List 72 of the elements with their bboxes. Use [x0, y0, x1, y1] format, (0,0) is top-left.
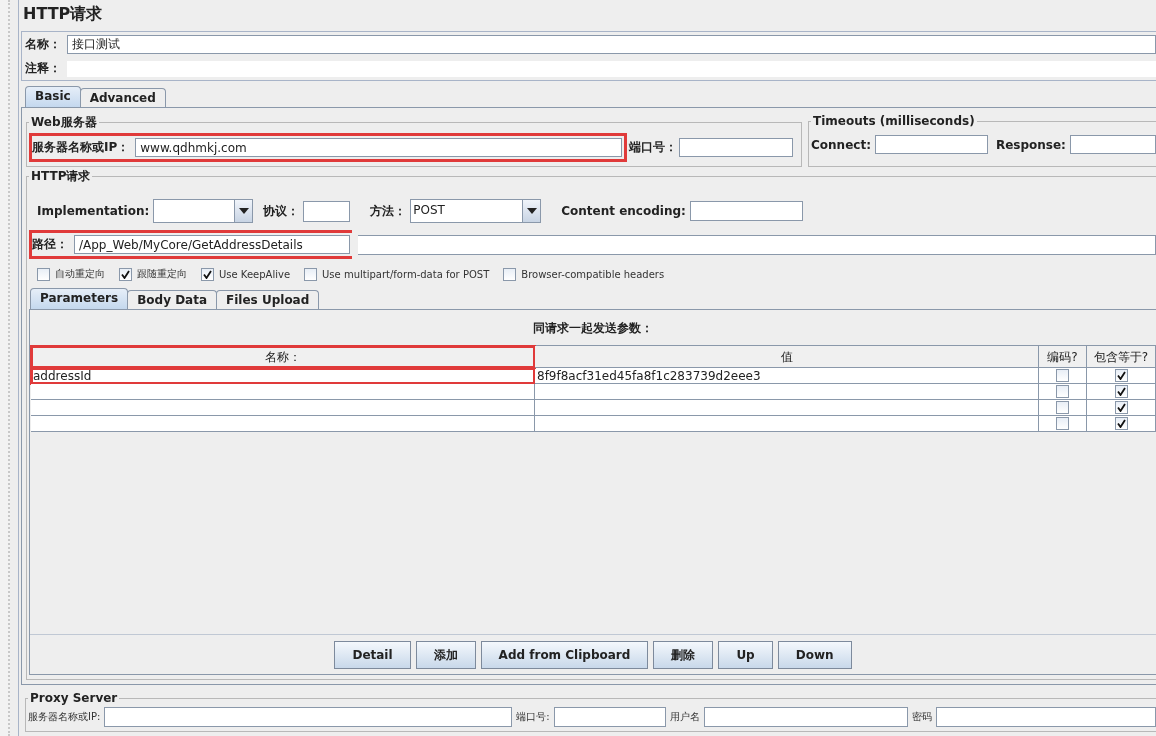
checkbox-label: Browser-compatible headers	[521, 268, 665, 280]
table-caption: 同请求一起发送参数：	[532, 320, 654, 337]
dropdown-arrow-icon	[238, 208, 249, 214]
encoding-field[interactable]	[689, 201, 803, 221]
action-button[interactable]: 删除	[653, 641, 714, 669]
checkbox[interactable]	[1114, 417, 1128, 430]
dropdown-arrow-icon	[526, 208, 537, 214]
group-title: HTTP请求	[30, 168, 92, 185]
group-title: Proxy Server	[29, 691, 119, 705]
action-button[interactable]: Add from Clipboard	[480, 641, 649, 669]
checkbox[interactable]	[1056, 385, 1069, 398]
panel-title: HTTP请求	[22, 3, 104, 25]
field-label: 协议：	[263, 202, 300, 220]
field-label: 路径：	[32, 236, 68, 253]
checkbox-label: 跟随重定向	[137, 267, 187, 281]
proxy-password-field[interactable]	[935, 707, 1156, 727]
tab[interactable]: Parameters	[30, 288, 129, 309]
group-title: Timeouts (milliseconds)	[812, 114, 976, 128]
checkbox[interactable]	[503, 267, 517, 281]
port-field[interactable]	[679, 138, 793, 157]
proxy-user-field[interactable]	[703, 707, 908, 727]
column-header[interactable]: 值	[535, 346, 1039, 368]
checkbox-label: Use KeepAlive	[219, 268, 291, 280]
connect-field[interactable]	[874, 135, 988, 154]
tab[interactable]: Files Upload	[216, 290, 320, 309]
checkbox[interactable]	[1056, 417, 1069, 430]
implementation-dropdown[interactable]	[153, 199, 254, 223]
checkbox[interactable]	[1114, 385, 1128, 398]
column-header[interactable]: 名称：	[31, 346, 535, 368]
tab[interactable]: Body Data	[127, 290, 218, 309]
splitter-strip[interactable]	[0, 0, 10, 736]
tab[interactable]: Basic	[25, 86, 81, 107]
response-field[interactable]	[1069, 135, 1156, 154]
protocol-field[interactable]	[303, 200, 351, 222]
field-label: Response:	[995, 137, 1066, 152]
checkbox[interactable]	[37, 267, 50, 281]
field-label: 名称：	[25, 36, 61, 53]
proxy-port-field[interactable]	[553, 707, 666, 727]
field-label: 服务器名称或IP:	[28, 710, 101, 724]
field-label: 密码	[911, 710, 932, 724]
column-header[interactable]: 编码?	[1039, 346, 1087, 368]
tab[interactable]: Advanced	[79, 88, 166, 107]
group-title: Web服务器	[30, 114, 98, 131]
action-button[interactable]: Detail	[334, 641, 411, 669]
action-button[interactable]: 添加	[415, 641, 476, 669]
field-label: Content encoding:	[561, 204, 686, 218]
checkbox[interactable]	[1114, 369, 1128, 382]
path-field[interactable]: /App_Web/MyCore/GetAddressDetails	[74, 235, 350, 254]
action-button[interactable]: Down	[777, 641, 852, 669]
field-label: 注释：	[25, 60, 61, 77]
checkbox-label: Use multipart/form-data for POST	[322, 268, 490, 280]
name-field[interactable]: 接口测试	[67, 35, 1156, 54]
column-header[interactable]: 包含等于?	[1087, 346, 1156, 368]
checkbox[interactable]	[1114, 401, 1128, 414]
server-field[interactable]: www.qdhmkj.com	[135, 138, 622, 157]
field-label: 方法：	[370, 202, 407, 220]
checkbox[interactable]	[304, 267, 318, 281]
checkbox[interactable]	[1056, 401, 1069, 414]
field-label: 服务器名称或IP：	[32, 139, 130, 156]
field-label: 用户名	[669, 710, 700, 724]
checkbox-label: 自动重定向	[55, 267, 105, 281]
checkbox[interactable]	[119, 267, 132, 281]
field-label: 端口号：	[629, 139, 677, 156]
method-dropdown[interactable]: POST	[410, 199, 542, 223]
field-label: Implementation:	[37, 204, 150, 218]
field-label: 端口号:	[516, 710, 550, 724]
proxy-server-field[interactable]	[104, 707, 513, 727]
checkbox[interactable]	[1056, 369, 1069, 382]
checkbox[interactable]	[201, 267, 214, 281]
action-button[interactable]: Up	[718, 641, 773, 669]
field-label: Connect:	[811, 137, 871, 152]
table-cell: 8f9f8acf31ed45fa8f1c283739d2eee3	[535, 368, 1039, 384]
